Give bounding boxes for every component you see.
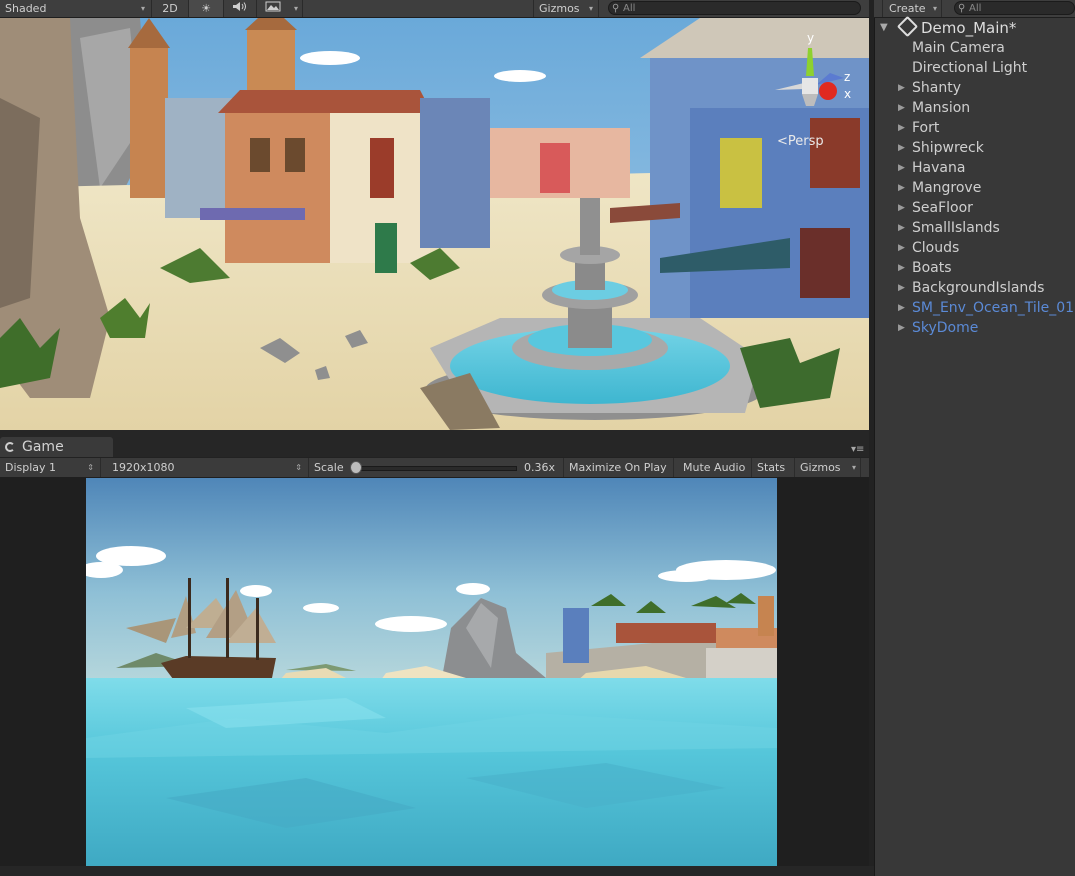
expand-triangle-icon[interactable]: ▶ — [898, 278, 905, 298]
panel-menu-icon[interactable]: ▾≡ — [851, 445, 865, 455]
stats-label: Stats — [757, 461, 786, 474]
expand-triangle-icon[interactable]: ▶ — [898, 78, 905, 98]
create-label: Create — [889, 2, 926, 15]
audio-toggle-button[interactable] — [224, 0, 257, 17]
shading-mode-dropdown[interactable]: Shaded ▾ — [0, 0, 152, 17]
mute-audio-toggle[interactable]: Mute Audio — [678, 458, 752, 477]
sun-icon: ☀ — [201, 2, 211, 15]
hierarchy-item[interactable]: Directional Light — [912, 58, 1027, 78]
projection-label: Persp — [787, 134, 824, 149]
hierarchy-item[interactable]: SmallIslands — [912, 218, 1000, 238]
projection-toggle[interactable]: <Persp — [777, 134, 824, 149]
create-dropdown[interactable]: Create ▾ — [882, 0, 942, 17]
expand-triangle-icon[interactable]: ▶ — [898, 158, 905, 178]
gizmo-x-label: x — [844, 87, 851, 101]
tab-game[interactable]: Game — [0, 437, 113, 457]
expand-triangle-icon[interactable]: ▶ — [898, 318, 905, 338]
hierarchy-item[interactable]: Mansion — [912, 98, 970, 118]
hierarchy-item[interactable]: Main Camera — [912, 38, 1005, 58]
chevron-down-icon: ▾ — [932, 4, 937, 13]
2d-toggle-button[interactable]: 2D — [152, 0, 189, 17]
status-strip — [0, 866, 874, 876]
hierarchy-item[interactable]: Havana — [912, 158, 965, 178]
expand-triangle-icon[interactable]: ▶ — [898, 118, 905, 138]
display-dropdown[interactable]: Display 1 ⇕ — [0, 458, 101, 477]
scene-toolbar: Shaded ▾ 2D ☀ ▾ Gizmos ▾ ⚲ All — [0, 0, 869, 18]
scale-value: 0.36x — [523, 461, 555, 474]
game-tab-bar — [0, 430, 869, 457]
expand-triangle-icon[interactable]: ▼ — [880, 18, 888, 38]
hierarchy-item[interactable]: Shipwreck — [912, 138, 984, 158]
scene-name-label: Demo_Main* — [921, 19, 1017, 37]
scene-search-input[interactable]: ⚲ All — [608, 1, 861, 15]
scale-slider-track[interactable] — [355, 466, 517, 471]
expand-triangle-icon[interactable]: ▶ — [898, 238, 905, 258]
hierarchy-item[interactable]: BackgroundIslands — [912, 278, 1044, 298]
game-viewport[interactable] — [86, 478, 777, 866]
unity-scene-icon — [896, 15, 919, 38]
2d-toggle-label: 2D — [162, 2, 178, 15]
expand-triangle-icon[interactable]: ▶ — [898, 298, 905, 318]
expand-triangle-icon[interactable]: ▶ — [898, 258, 905, 278]
scene-gizmos-label: Gizmos — [539, 2, 580, 15]
effects-dropdown[interactable]: ▾ — [257, 0, 303, 17]
hierarchy-item[interactable]: Fort — [912, 118, 939, 138]
tab-game-label: Game — [22, 439, 64, 455]
hierarchy-item[interactable]: Shanty — [912, 78, 961, 98]
hierarchy-toolbar: Create ▾ ⚲ All — [874, 0, 1075, 18]
gizmo-y-label: y — [807, 31, 814, 45]
display-label: Display 1 — [5, 461, 57, 474]
hierarchy-item[interactable]: Mangrove — [912, 178, 981, 198]
scene-root-item[interactable]: Demo_Main* — [895, 15, 1017, 38]
hierarchy-search-input[interactable]: ⚲ All — [954, 1, 1075, 15]
hierarchy-item[interactable]: SeaFloor — [912, 198, 973, 218]
game-controller-icon — [5, 442, 15, 452]
search-icon: ⚲ — [612, 3, 620, 14]
expand-triangle-icon[interactable]: ▶ — [898, 138, 905, 158]
scale-slider-thumb[interactable] — [350, 461, 362, 474]
shading-mode-label: Shaded — [5, 2, 47, 15]
resolution-dropdown[interactable]: 1920x1080 ⇕ — [107, 458, 309, 477]
expand-triangle-icon[interactable]: ▶ — [898, 198, 905, 218]
search-icon: ⚲ — [958, 3, 966, 14]
chevron-down-icon: ▾ — [293, 4, 298, 13]
scene-search-placeholder: All — [623, 3, 636, 14]
scene-gizmos-dropdown[interactable]: Gizmos ▾ — [533, 0, 599, 17]
chevron-updown-icon: ⇕ — [87, 463, 94, 472]
gizmo-z-label: z — [844, 70, 850, 84]
game-render — [86, 478, 777, 866]
scale-label: Scale — [314, 461, 344, 474]
mute-audio-label: Mute Audio — [683, 461, 746, 474]
chevron-left-icon: < — [777, 134, 788, 149]
chevron-down-icon: ▾ — [588, 4, 593, 13]
hierarchy-item[interactable]: Boats — [912, 258, 952, 278]
expand-triangle-icon[interactable]: ▶ — [898, 98, 905, 118]
expand-triangle-icon[interactable]: ▶ — [898, 178, 905, 198]
hierarchy-item[interactable]: SkyDome — [912, 318, 978, 338]
chevron-down-icon: ▾ — [851, 463, 856, 472]
speaker-icon — [232, 2, 248, 15]
hierarchy-item[interactable]: SM_Env_Ocean_Tile_01 — [912, 298, 1074, 318]
hierarchy-search-placeholder: All — [969, 3, 982, 14]
maximize-on-play-label: Maximize On Play — [569, 461, 667, 474]
lighting-toggle-button[interactable]: ☀ — [189, 0, 224, 17]
expand-triangle-icon[interactable]: ▶ — [898, 218, 905, 238]
image-icon — [265, 1, 281, 15]
stats-toggle[interactable]: Stats — [752, 458, 795, 477]
maximize-on-play-toggle[interactable]: Maximize On Play — [564, 458, 674, 477]
game-gizmos-label: Gizmos — [800, 461, 841, 474]
scene-render — [0, 18, 869, 430]
game-gizmos-dropdown[interactable]: Gizmos ▾ — [795, 458, 861, 477]
hierarchy-item[interactable]: Clouds — [912, 238, 959, 258]
scene-orientation-gizmo[interactable]: y z x — [760, 28, 860, 128]
scene-viewport[interactable]: y z x — [0, 18, 869, 430]
chevron-down-icon: ▾ — [140, 4, 145, 13]
chevron-updown-icon: ⇕ — [295, 463, 302, 472]
resolution-label: 1920x1080 — [112, 461, 175, 474]
